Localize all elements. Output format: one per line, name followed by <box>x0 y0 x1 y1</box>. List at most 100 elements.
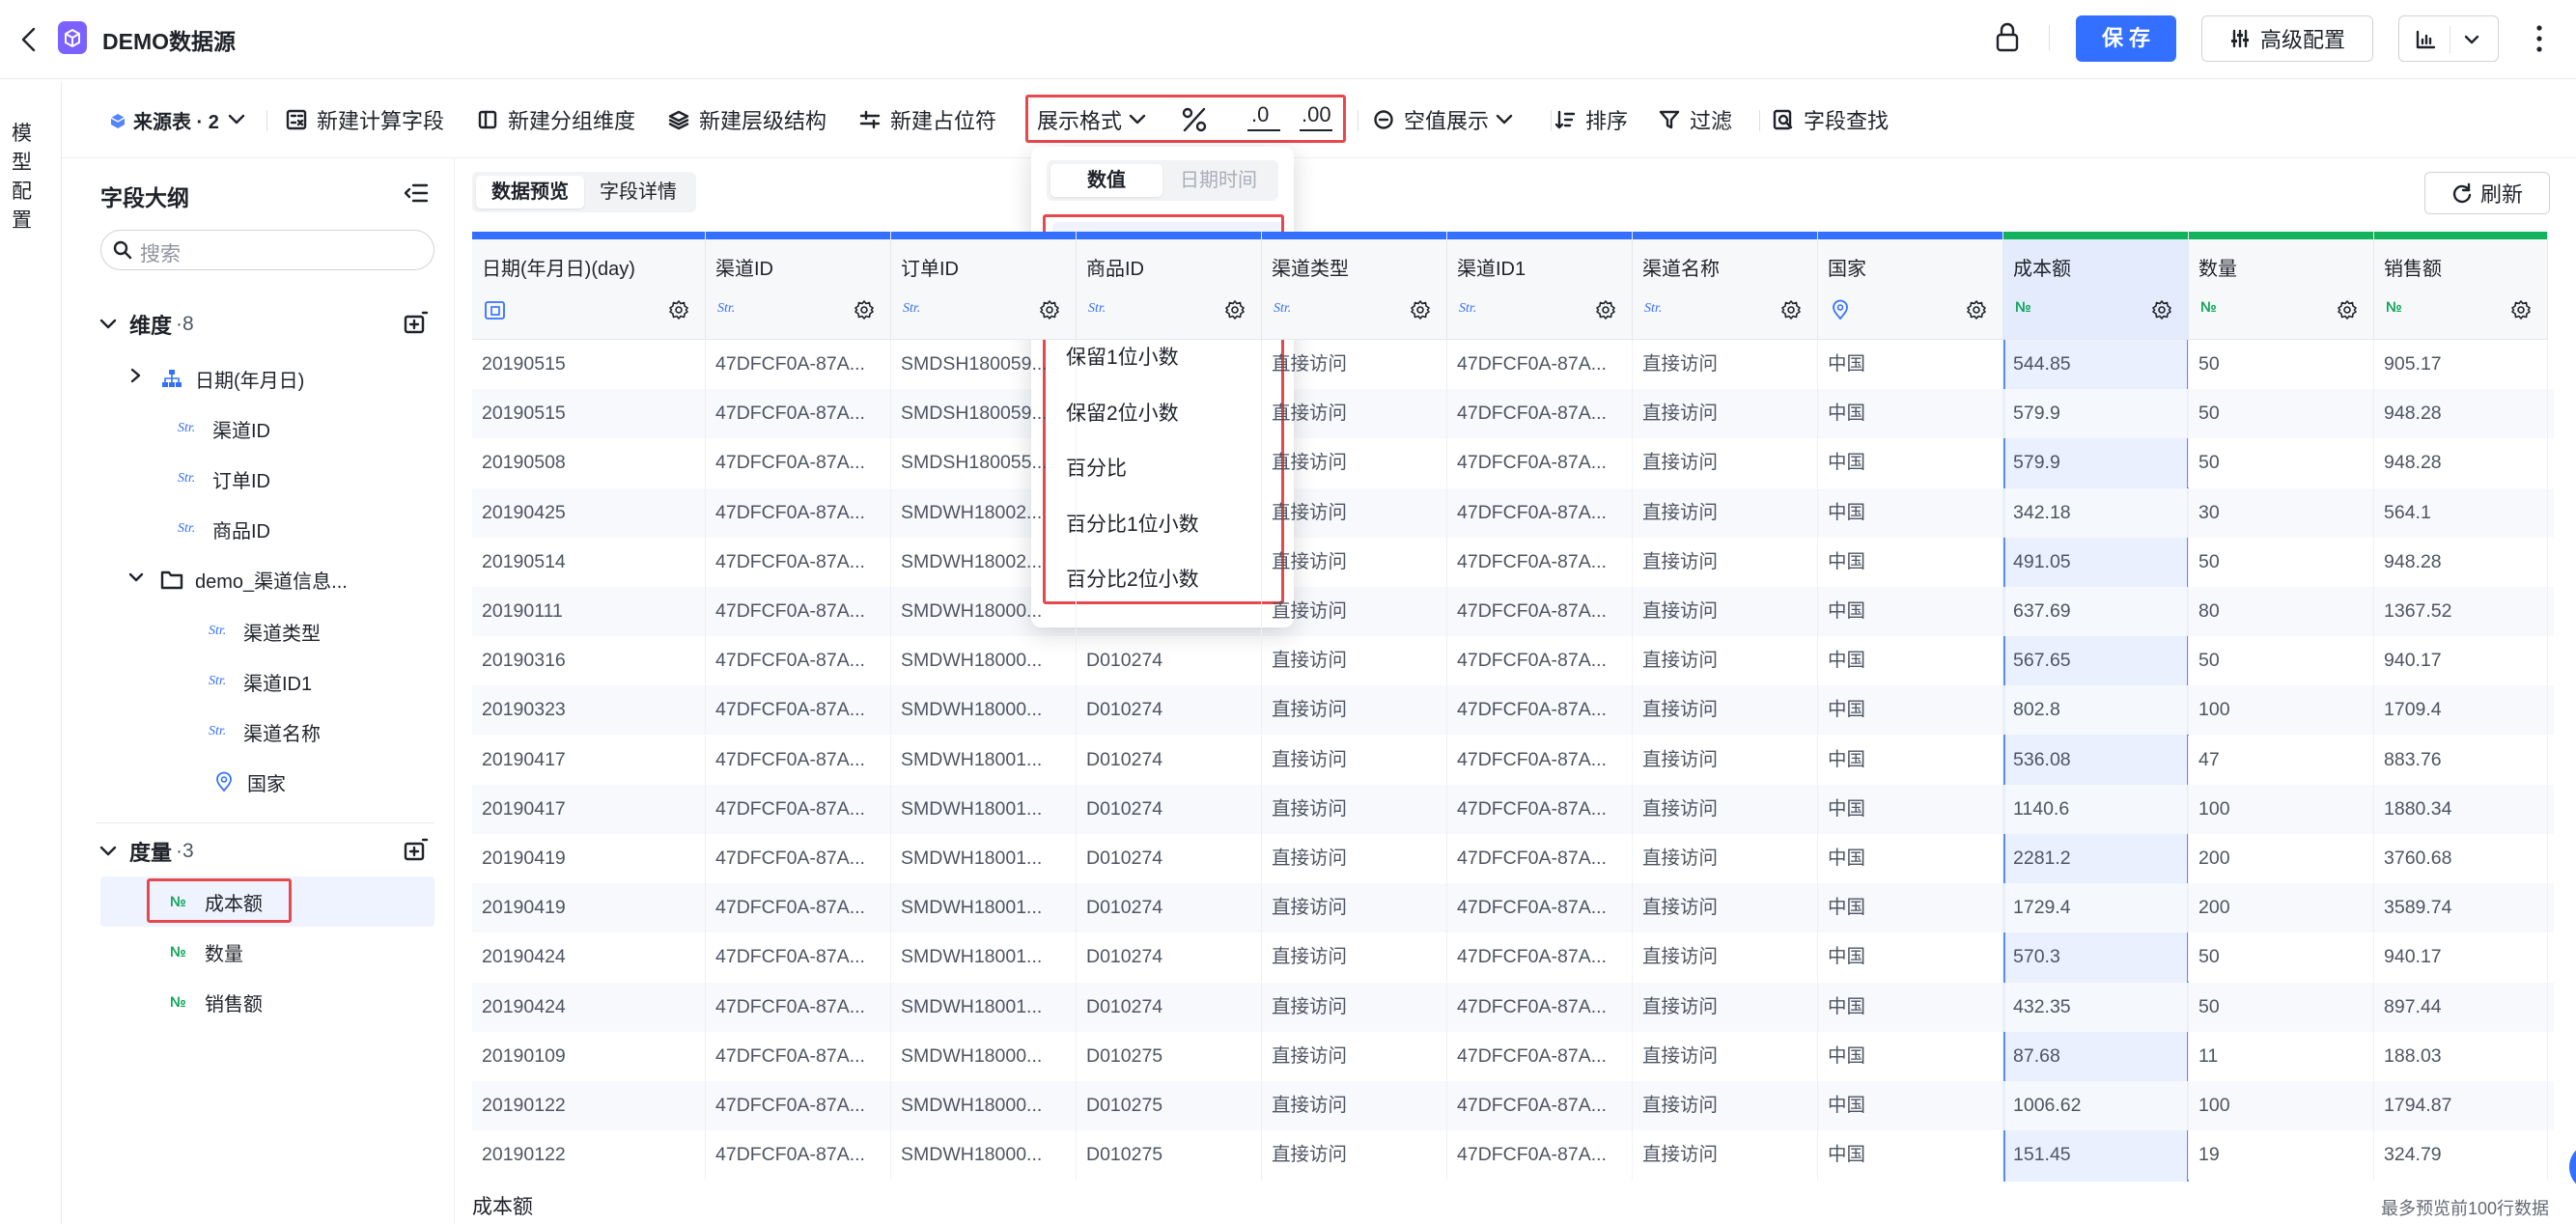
filter-label: 过滤 <box>1690 109 1733 133</box>
table-cell: 50 <box>2189 537 2374 587</box>
table-cell: 中国 <box>1818 784 2003 834</box>
gear-icon[interactable] <box>668 299 689 320</box>
column-header[interactable]: 渠道名称 Str. <box>1633 232 1818 340</box>
new-hierarchy-button[interactable]: 新建层级结构 <box>668 100 826 139</box>
column-header[interactable]: 数量 № <box>2189 232 2374 340</box>
table-cell: SMDWH18000... <box>891 587 1077 636</box>
floating-helper-button[interactable] <box>2569 1143 2576 1191</box>
gear-icon[interactable] <box>1595 299 1616 320</box>
more-vertical-icon[interactable] <box>2530 21 2549 56</box>
tab-data-preview[interactable]: 数据预览 <box>476 176 584 209</box>
dimension-item[interactable]: Str. 渠道ID1 <box>83 656 434 707</box>
new-group-dimension-button[interactable]: 新建分组维度 <box>477 100 635 139</box>
column-header[interactable]: 商品ID Str. <box>1077 232 1262 340</box>
column-header[interactable]: 渠道ID Str. <box>706 232 891 340</box>
table-cell: 中国 <box>1818 1081 2003 1130</box>
toolbar-divider <box>266 110 267 131</box>
column-header[interactable]: 成本额 № <box>2003 232 2189 340</box>
gear-icon[interactable] <box>1780 299 1802 320</box>
footer-field-name: 成本额 <box>472 1196 533 1218</box>
column-header[interactable]: 渠道ID1 Str. <box>1447 232 1633 340</box>
gear-icon[interactable] <box>1410 299 1431 320</box>
table-cell: 47DFCF0A-87A... <box>1447 883 1633 933</box>
table-cell: 47DFCF0A-87A... <box>706 537 891 587</box>
string-type-icon: Str. <box>178 521 196 536</box>
gear-icon[interactable] <box>1039 299 1060 320</box>
format-type-tabs: 数值 日期时间 <box>1047 160 1278 201</box>
rail-label[interactable]: 模型配置 <box>12 120 39 236</box>
sort-button[interactable]: 排序 <box>1554 100 1628 139</box>
gear-icon[interactable] <box>1966 299 1987 320</box>
gear-icon[interactable] <box>2510 299 2532 320</box>
new-placeholder-button[interactable]: 新建占位符 <box>859 100 996 139</box>
dimension-item[interactable]: 国家 <box>83 757 434 807</box>
back-chevron-icon[interactable] <box>17 25 41 54</box>
refresh-button[interactable]: 刷新 <box>2424 172 2550 214</box>
chevron-down-icon[interactable] <box>127 571 145 585</box>
new-calc-field-button[interactable]: 新建计算字段 <box>286 100 444 139</box>
tab-field-detail[interactable]: 字段详情 <box>584 176 692 209</box>
collapse-outline-icon[interactable] <box>404 181 429 205</box>
dimension-item[interactable]: demo_渠道信息... <box>83 554 434 604</box>
dimension-item[interactable]: Str. 商品ID <box>83 504 434 554</box>
gear-icon[interactable] <box>854 299 875 320</box>
table-cell: 20190111 <box>472 587 706 636</box>
table-cell: 直接访问 <box>1262 735 1447 785</box>
column-header[interactable]: 日期(年月日)(day) <box>472 232 706 340</box>
add-dimension-icon[interactable] <box>404 311 429 336</box>
dimension-item[interactable]: Str. 渠道类型 <box>83 606 434 656</box>
table-cell: SMDSH180059... <box>891 340 1077 389</box>
table-cell <box>1077 389 1262 439</box>
chart-switch-button[interactable] <box>2398 15 2499 62</box>
null-display-dropdown[interactable]: 空值展示 <box>1373 100 1524 139</box>
measure-item[interactable]: № 销售额 <box>83 977 434 1027</box>
refresh-icon <box>2452 182 2472 204</box>
table-cell: 直接访问 <box>1633 587 1818 636</box>
dimension-item-label: 渠道ID1 <box>243 673 313 695</box>
column-header[interactable]: 国家 <box>1818 232 2003 340</box>
dimension-count: ·8 <box>176 313 194 335</box>
minus-circle-icon <box>1374 110 1393 129</box>
gear-icon[interactable] <box>1224 299 1246 320</box>
table-cell: 570.3 <box>2003 932 2189 983</box>
group-dimension-icon <box>478 110 497 129</box>
table-cell: D010274 <box>1077 883 1262 933</box>
advanced-config-button[interactable]: 高级配置 <box>2201 15 2373 62</box>
gear-icon[interactable] <box>2337 299 2358 320</box>
table-cell: 940.17 <box>2374 932 2548 983</box>
dimension-group-header[interactable]: 维度 ·8 <box>98 299 450 349</box>
dimension-item[interactable]: Str. 渠道ID <box>83 403 434 454</box>
string-type-icon: Str. <box>903 301 921 316</box>
field-search-button[interactable]: 字段查找 <box>1773 100 1889 139</box>
measure-group-header[interactable]: 度量 ·3 <box>98 826 450 876</box>
dimension-item[interactable]: Str. 订单ID <box>83 454 434 504</box>
add-measure-icon[interactable] <box>404 838 429 863</box>
filter-button[interactable]: 过滤 <box>1659 100 1732 139</box>
measure-item[interactable]: № 数量 <box>83 927 434 977</box>
column-header[interactable]: 渠道类型 Str. <box>1262 232 1447 340</box>
dimension-item[interactable]: Str. 渠道名称 <box>83 707 434 757</box>
dimension-item[interactable]: 日期(年月日) <box>83 353 434 403</box>
top-header: DEMO数据源 保 存 高级配置 <box>0 0 2576 79</box>
column-header[interactable]: 订单ID Str. <box>891 232 1077 340</box>
sort-icon <box>1554 110 1576 129</box>
source-table-dropdown[interactable]: 来源表 · 2 <box>108 100 256 139</box>
search-input[interactable]: 搜索 <box>100 230 434 270</box>
table-cell: 直接访问 <box>1262 1081 1447 1130</box>
placeholder-icon <box>859 110 881 129</box>
save-button[interactable]: 保 存 <box>2076 15 2176 62</box>
column-header-label: 国家 <box>1828 259 1866 280</box>
table-cell: 中国 <box>1818 389 2003 439</box>
tab-datetime[interactable]: 日期时间 <box>1162 164 1274 197</box>
table-cell: 567.65 <box>2003 636 2189 686</box>
table-cell: 20190419 <box>472 834 706 883</box>
lock-icon[interactable] <box>1993 21 2022 54</box>
table-cell: 直接访问 <box>1633 834 1818 883</box>
column-header[interactable]: 销售额 № <box>2374 232 2548 340</box>
table-cell: 直接访问 <box>1633 685 1818 736</box>
tab-numeric[interactable]: 数值 <box>1050 164 1162 197</box>
table-cell: 802.8 <box>2003 685 2189 736</box>
chevron-right-icon[interactable] <box>127 367 143 384</box>
gear-icon[interactable] <box>2151 299 2172 320</box>
column-header-label: 渠道ID1 <box>1457 259 1526 280</box>
